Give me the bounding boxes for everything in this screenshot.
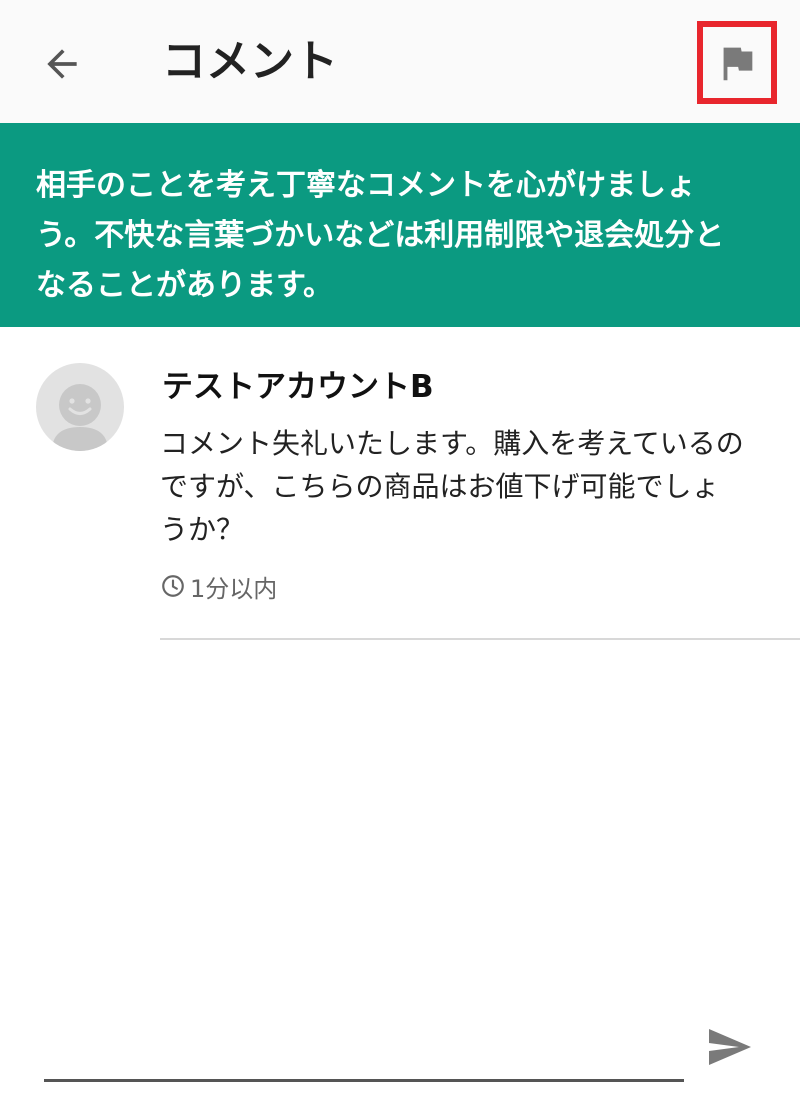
comment-divider [160,638,800,640]
back-button[interactable] [36,38,88,90]
comment-time-label: 1分以内 [190,574,278,603]
guideline-notice-text: 相手のことを考え丁寧なコメントを心がけましょ う。不快な言葉づかいなどは利用制限… [36,168,725,303]
send-button[interactable] [700,1018,758,1076]
comment-input[interactable] [44,1026,684,1079]
comment-text: コメント失礼いたします。購入を考えているの ですが、こちらの商品はお値下げ可能で… [160,427,744,546]
page-title: コメント [162,36,338,87]
avatar[interactable] [36,363,124,451]
clock-icon [162,575,184,597]
report-flag-button[interactable] [697,21,777,104]
guideline-notice-banner: 相手のことを考え丁寧なコメントを心がけましょ う。不快な言葉づかいなどは利用制限… [0,123,800,327]
comment-author[interactable]: テストアカウントB [162,364,434,410]
default-avatar-icon [52,384,108,451]
comment-input-wrapper [44,1026,684,1082]
flag-icon [723,47,753,80]
arrow-left-icon [47,49,77,79]
app-bar: コメント [0,0,800,123]
send-icon [709,1029,751,1065]
comment-timestamp: 1分以内 [160,568,277,604]
